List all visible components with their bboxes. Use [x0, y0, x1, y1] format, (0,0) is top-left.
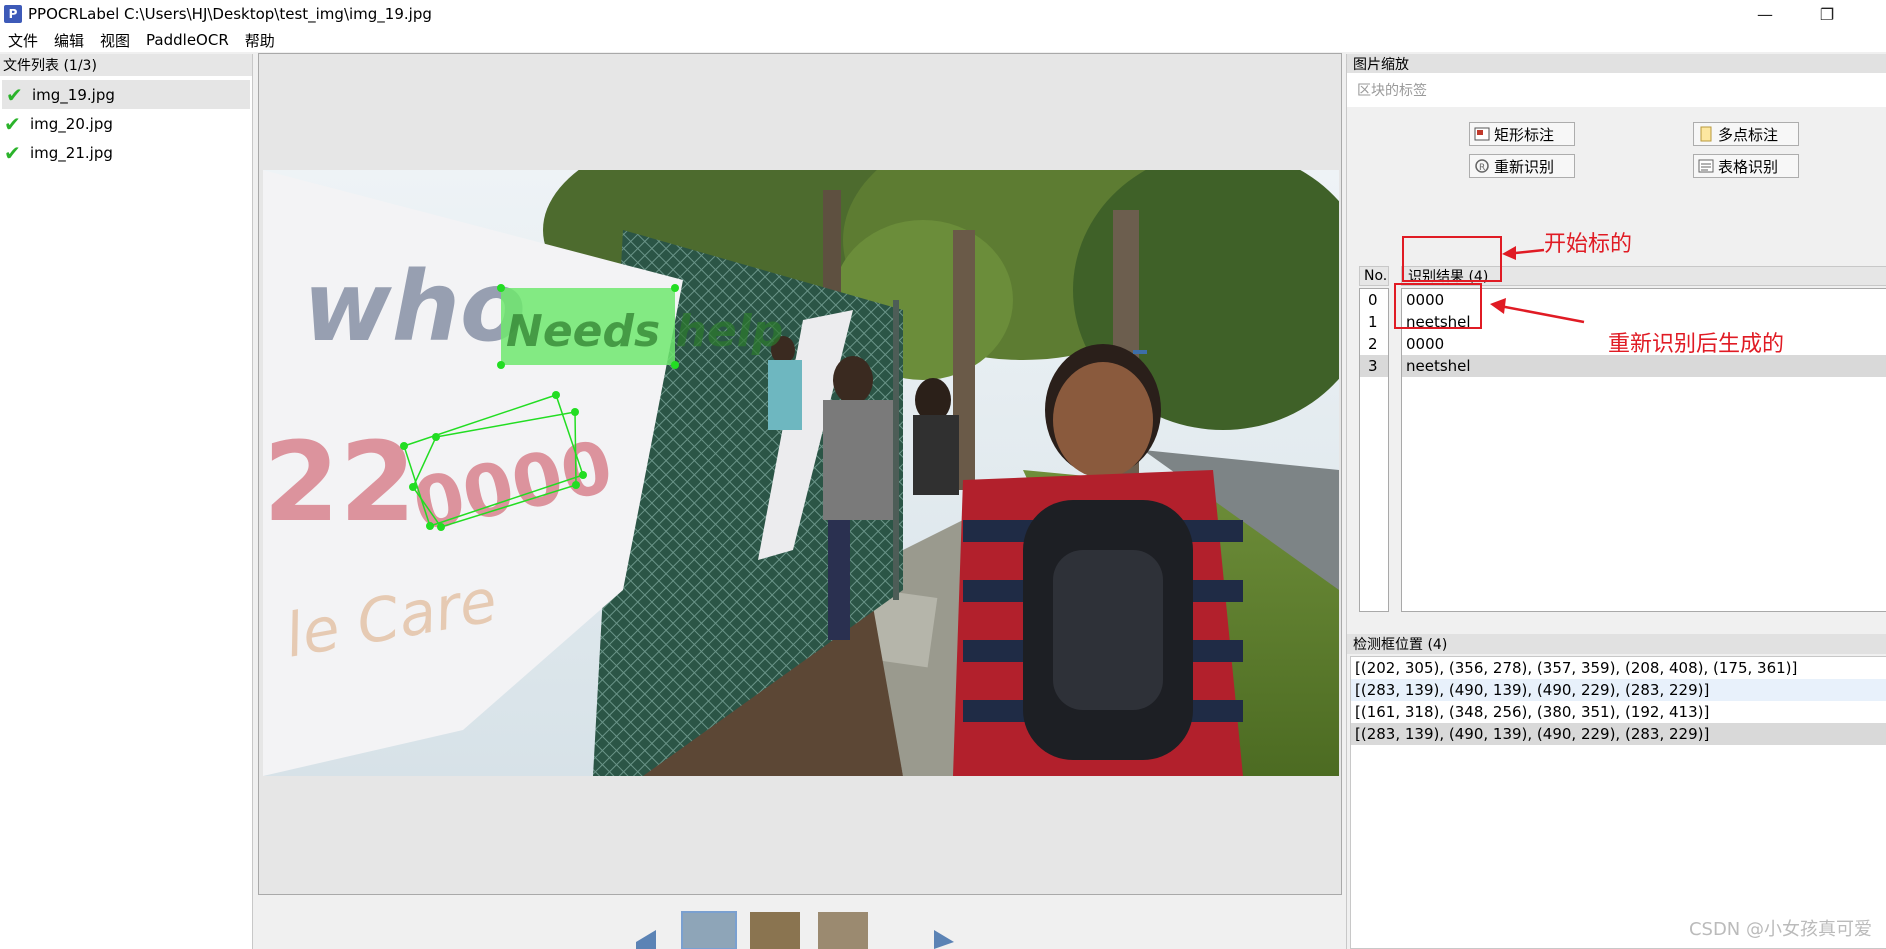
svg-text:who: who — [303, 251, 526, 363]
result-number: 3 — [1360, 355, 1388, 377]
photo-scene: who 22 0000 le Care Needs help — [263, 170, 1339, 776]
annotation-text-rerecognized: 重新识别后生成的 — [1608, 332, 1785, 357]
file-name: img_20.jpg — [30, 114, 113, 133]
svg-text:R: R — [1479, 163, 1485, 173]
arrow-left-icon — [1502, 246, 1516, 260]
svg-text:22: 22 — [263, 418, 416, 546]
annotation-text-initial: 开始标的 — [1544, 232, 1633, 257]
poly-label-icon — [1700, 126, 1712, 142]
menu-edit[interactable]: 编辑 — [46, 30, 92, 51]
table-recognize-button[interactable]: 表格识别 — [1693, 154, 1799, 178]
table-icon — [1698, 159, 1714, 173]
detection-row[interactable]: [(283, 139), (490, 139), (490, 229), (28… — [1351, 679, 1886, 701]
detection-title: 检测框位置 (4) — [1347, 634, 1886, 654]
file-list-title: 文件列表 (1/3) — [0, 54, 252, 76]
check-icon: ✔ — [6, 82, 23, 107]
menu-view[interactable]: 视图 — [92, 30, 138, 51]
file-name: img_19.jpg — [32, 85, 115, 104]
menu-help[interactable]: 帮助 — [237, 30, 283, 51]
rect-label-button[interactable]: 矩形标注 — [1469, 122, 1575, 146]
refresh-icon: R — [1475, 159, 1489, 173]
detection-row[interactable]: [(161, 318), (348, 256), (380, 351), (19… — [1351, 701, 1886, 723]
rect-label-icon — [1474, 127, 1490, 141]
check-icon: ✔ — [4, 111, 21, 136]
file-name: img_21.jpg — [30, 143, 113, 162]
ppocrlabel-window: P PPOCRLabel C:\Users\HJ\Desktop\test_im… — [0, 0, 1886, 949]
title-bar: P PPOCRLabel C:\Users\HJ\Desktop\test_im… — [0, 0, 1886, 28]
menu-file[interactable]: 文件 — [0, 30, 46, 51]
file-list-panel: 文件列表 (1/3) ✔ img_19.jpg ✔ img_20.jpg ✔ i… — [0, 54, 253, 949]
photo-image[interactable]: who 22 0000 le Care Needs help — [263, 170, 1339, 776]
restore-icon[interactable]: ❐ — [1804, 0, 1850, 28]
check-icon: ✔ — [4, 140, 21, 165]
detection-row[interactable]: [(202, 305), (356, 278), (357, 359), (20… — [1351, 657, 1886, 679]
prev-arrow-icon — [636, 930, 656, 949]
thumbnail-strip — [258, 900, 1342, 949]
menu-bar: 文件 编辑 视图 PaddleOCR 帮助 — [0, 28, 1886, 52]
detection-list[interactable]: [(202, 305), (356, 278), (357, 359), (20… — [1350, 656, 1886, 949]
zoom-title: 图片缩放 — [1347, 54, 1886, 73]
file-list-item[interactable]: ✔ img_21.jpg — [0, 138, 252, 167]
file-list-item[interactable]: ✔ img_19.jpg — [2, 80, 250, 109]
next-arrow-icon — [934, 930, 954, 949]
window-title: PPOCRLabel C:\Users\HJ\Desktop\test_img\… — [28, 5, 432, 23]
app-icon: P — [4, 5, 22, 23]
arrow-left-icon — [1490, 298, 1506, 314]
poly-label-button[interactable]: 多点标注 — [1693, 122, 1799, 146]
thumbnail-strip-graphics — [636, 911, 954, 949]
result-text[interactable]: neetshel — [1402, 355, 1886, 377]
annotation-box-rerecognized — [1394, 283, 1482, 329]
result-number: 1 — [1368, 313, 1378, 331]
results-no-header: No. — [1359, 266, 1389, 286]
results-number-column: 0 1 2 3 — [1359, 288, 1389, 612]
rerecognize-button[interactable]: R 重新识别 — [1469, 154, 1575, 178]
minimize-icon[interactable]: — — [1742, 0, 1788, 28]
result-number: 0 — [1368, 291, 1378, 309]
watermark: CSDN @小女孩真可爱 — [1688, 919, 1872, 940]
result-number: 2 — [1368, 335, 1378, 353]
right-panel: 图片缩放 区块的标签 矩形标注 多点标注 R 重新识别 表格识别 No. 识别结… — [1346, 54, 1886, 949]
menu-paddleocr[interactable]: PaddleOCR — [138, 31, 237, 49]
detection-row[interactable]: [(283, 139), (490, 139), (490, 229), (28… — [1351, 723, 1886, 745]
file-list-item[interactable]: ✔ img_20.jpg — [0, 109, 252, 138]
label-hint: 区块的标签 — [1347, 73, 1886, 107]
svg-text:Needs help: Needs help — [506, 306, 783, 357]
